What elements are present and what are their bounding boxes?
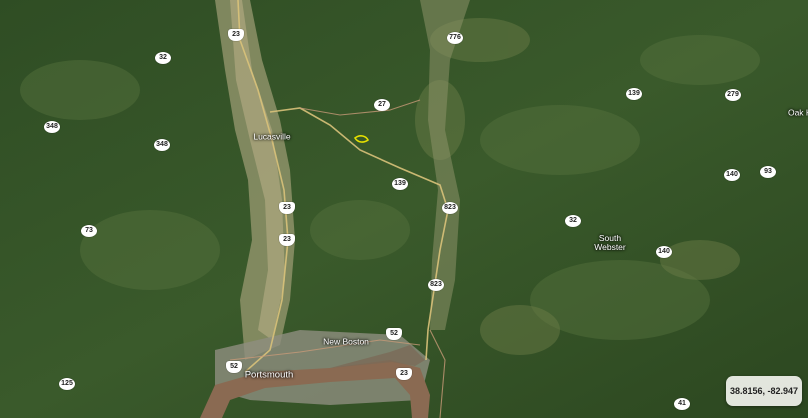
route-shield-139: 139 <box>626 88 642 100</box>
route-shield-32: 32 <box>565 215 581 227</box>
route-shield-41: 41 <box>674 398 690 410</box>
route-shield-93: 93 <box>760 166 776 178</box>
place-label-portsmouth: Portsmouth <box>244 369 294 381</box>
route-shield-us-23: 23 <box>279 234 295 246</box>
terrain-imagery <box>0 0 808 418</box>
route-shield-140: 140 <box>656 246 672 258</box>
route-shield-us-52: 52 <box>386 328 402 340</box>
route-shield-73: 73 <box>81 225 97 237</box>
route-shield-139: 139 <box>392 178 408 190</box>
route-shield-32: 32 <box>155 52 171 64</box>
route-shield-us-23: 23 <box>396 368 412 380</box>
route-shield-us-23: 23 <box>228 29 244 41</box>
route-shield-279: 279 <box>725 89 741 101</box>
route-shield-125: 125 <box>59 378 75 390</box>
route-shield-348: 348 <box>154 139 170 151</box>
route-shield-us-52: 52 <box>226 361 242 373</box>
route-shield-140: 140 <box>724 169 740 181</box>
route-shield-776: 776 <box>447 32 463 44</box>
place-label-oak-hill: Oak H <box>787 107 808 118</box>
route-shield-us-23: 23 <box>279 202 295 214</box>
place-label-new-boston: New Boston <box>323 336 369 347</box>
route-shield-823: 823 <box>428 279 444 291</box>
route-shield-348: 348 <box>44 121 60 133</box>
route-shield-823: 823 <box>442 202 458 214</box>
route-shield-27: 27 <box>374 99 390 111</box>
place-label-south-webster: South Webster <box>594 233 626 252</box>
coordinates-text: 38.8156, -82.947 <box>729 386 799 396</box>
satellite-map[interactable]: Lucasville New Boston Portsmouth South W… <box>0 0 808 418</box>
coordinates-readout: 38.8156, -82.947 <box>726 376 802 406</box>
place-label-lucasville: Lucasville <box>253 131 291 142</box>
